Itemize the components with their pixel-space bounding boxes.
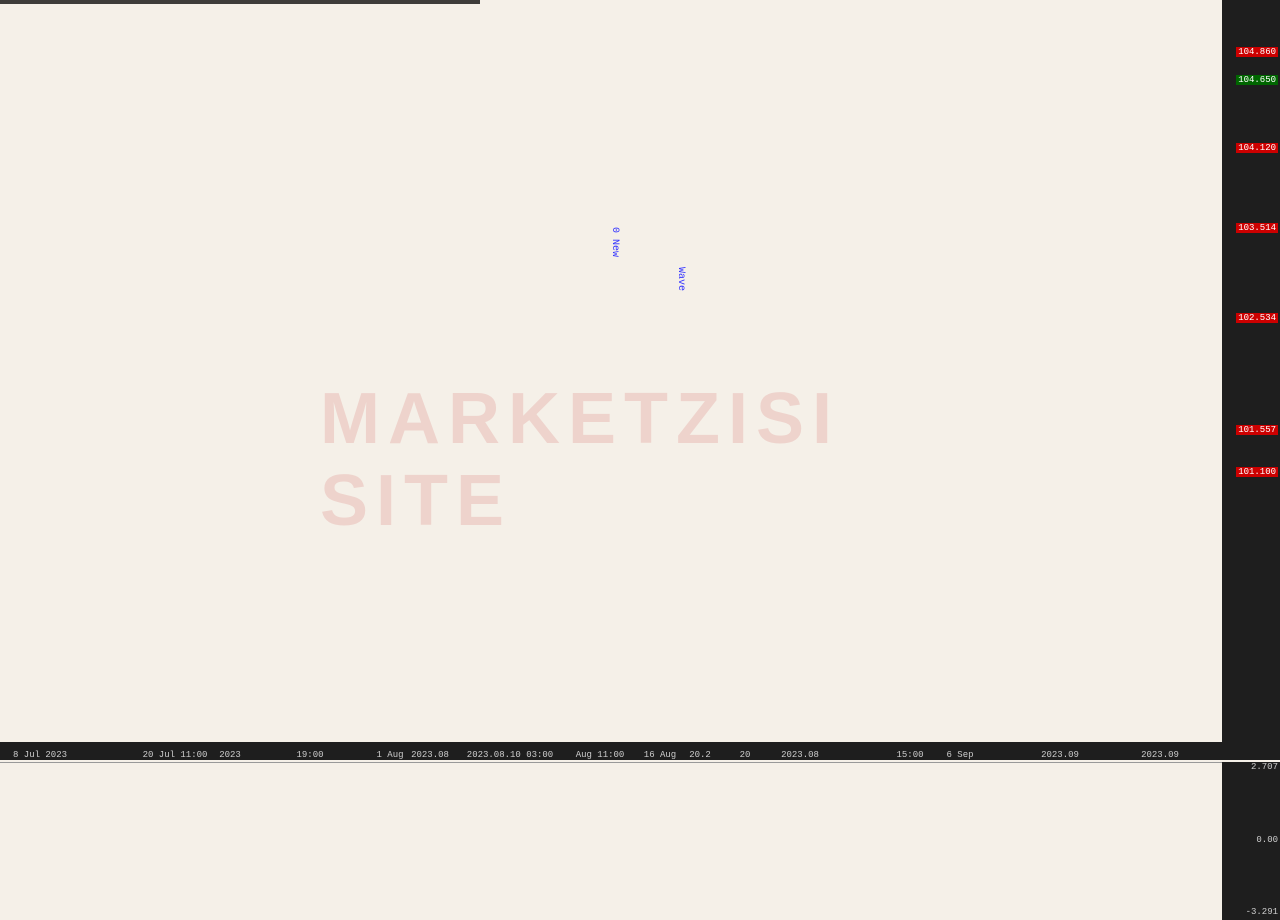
price-scale: 104.860 104.650 104.120 103.514 102.534 … <box>1222 0 1280 760</box>
info-panel <box>0 0 480 4</box>
time-label-1: 8 Jul 2023 <box>13 750 67 760</box>
annotation-zero-new: 0 New <box>609 227 620 257</box>
indicator-price-scale: 2.707 0.00 -3.291 <box>1222 762 1280 920</box>
time-label-11: 20 <box>740 750 751 760</box>
time-scale: 8 Jul 2023 20 Jul 11:00 2023 19:00 1 Aug… <box>0 742 1222 760</box>
time-label-3: 2023 <box>219 750 241 760</box>
indicator-panel <box>0 762 1222 920</box>
ind-price-top: 2.707 <box>1251 762 1278 772</box>
main-chart[interactable] <box>0 0 1222 760</box>
time-label-15: 2023.09 <box>1041 750 1079 760</box>
time-label-5: 1 Aug <box>376 750 403 760</box>
time-label-4: 19:00 <box>296 750 323 760</box>
price-104650: 104.650 <box>1236 75 1278 85</box>
price-102534: 102.534 <box>1236 313 1278 323</box>
time-label-13: 15:00 <box>896 750 923 760</box>
ind-price-bot: -3.291 <box>1246 907 1278 917</box>
annotation-wave: Wave <box>675 267 686 291</box>
time-label-12: 2023.08 <box>781 750 819 760</box>
chart-container: MARKETZISI SITE 104.860 104.650 104.120 … <box>0 0 1280 920</box>
time-label-2: 20 Jul 11:00 <box>143 750 208 760</box>
time-label-14: 6 Sep <box>946 750 973 760</box>
price-101100: 101.100 <box>1236 467 1278 477</box>
time-label-6: 2023.08 <box>411 750 449 760</box>
ind-price-mid: 0.00 <box>1256 835 1278 845</box>
price-101557: 101.557 <box>1236 425 1278 435</box>
price-103514: 103.514 <box>1236 223 1278 233</box>
time-label-7: 2023.08.10 03:00 <box>467 750 553 760</box>
time-label-16: 2023.09 <box>1141 750 1179 760</box>
price-104860: 104.860 <box>1236 47 1278 57</box>
time-label-10: 20.2 <box>689 750 711 760</box>
time-label-9: 16 Aug <box>644 750 676 760</box>
price-104120: 104.120 <box>1236 143 1278 153</box>
time-label-8: Aug 11:00 <box>576 750 625 760</box>
indicator-chart <box>0 763 1222 903</box>
